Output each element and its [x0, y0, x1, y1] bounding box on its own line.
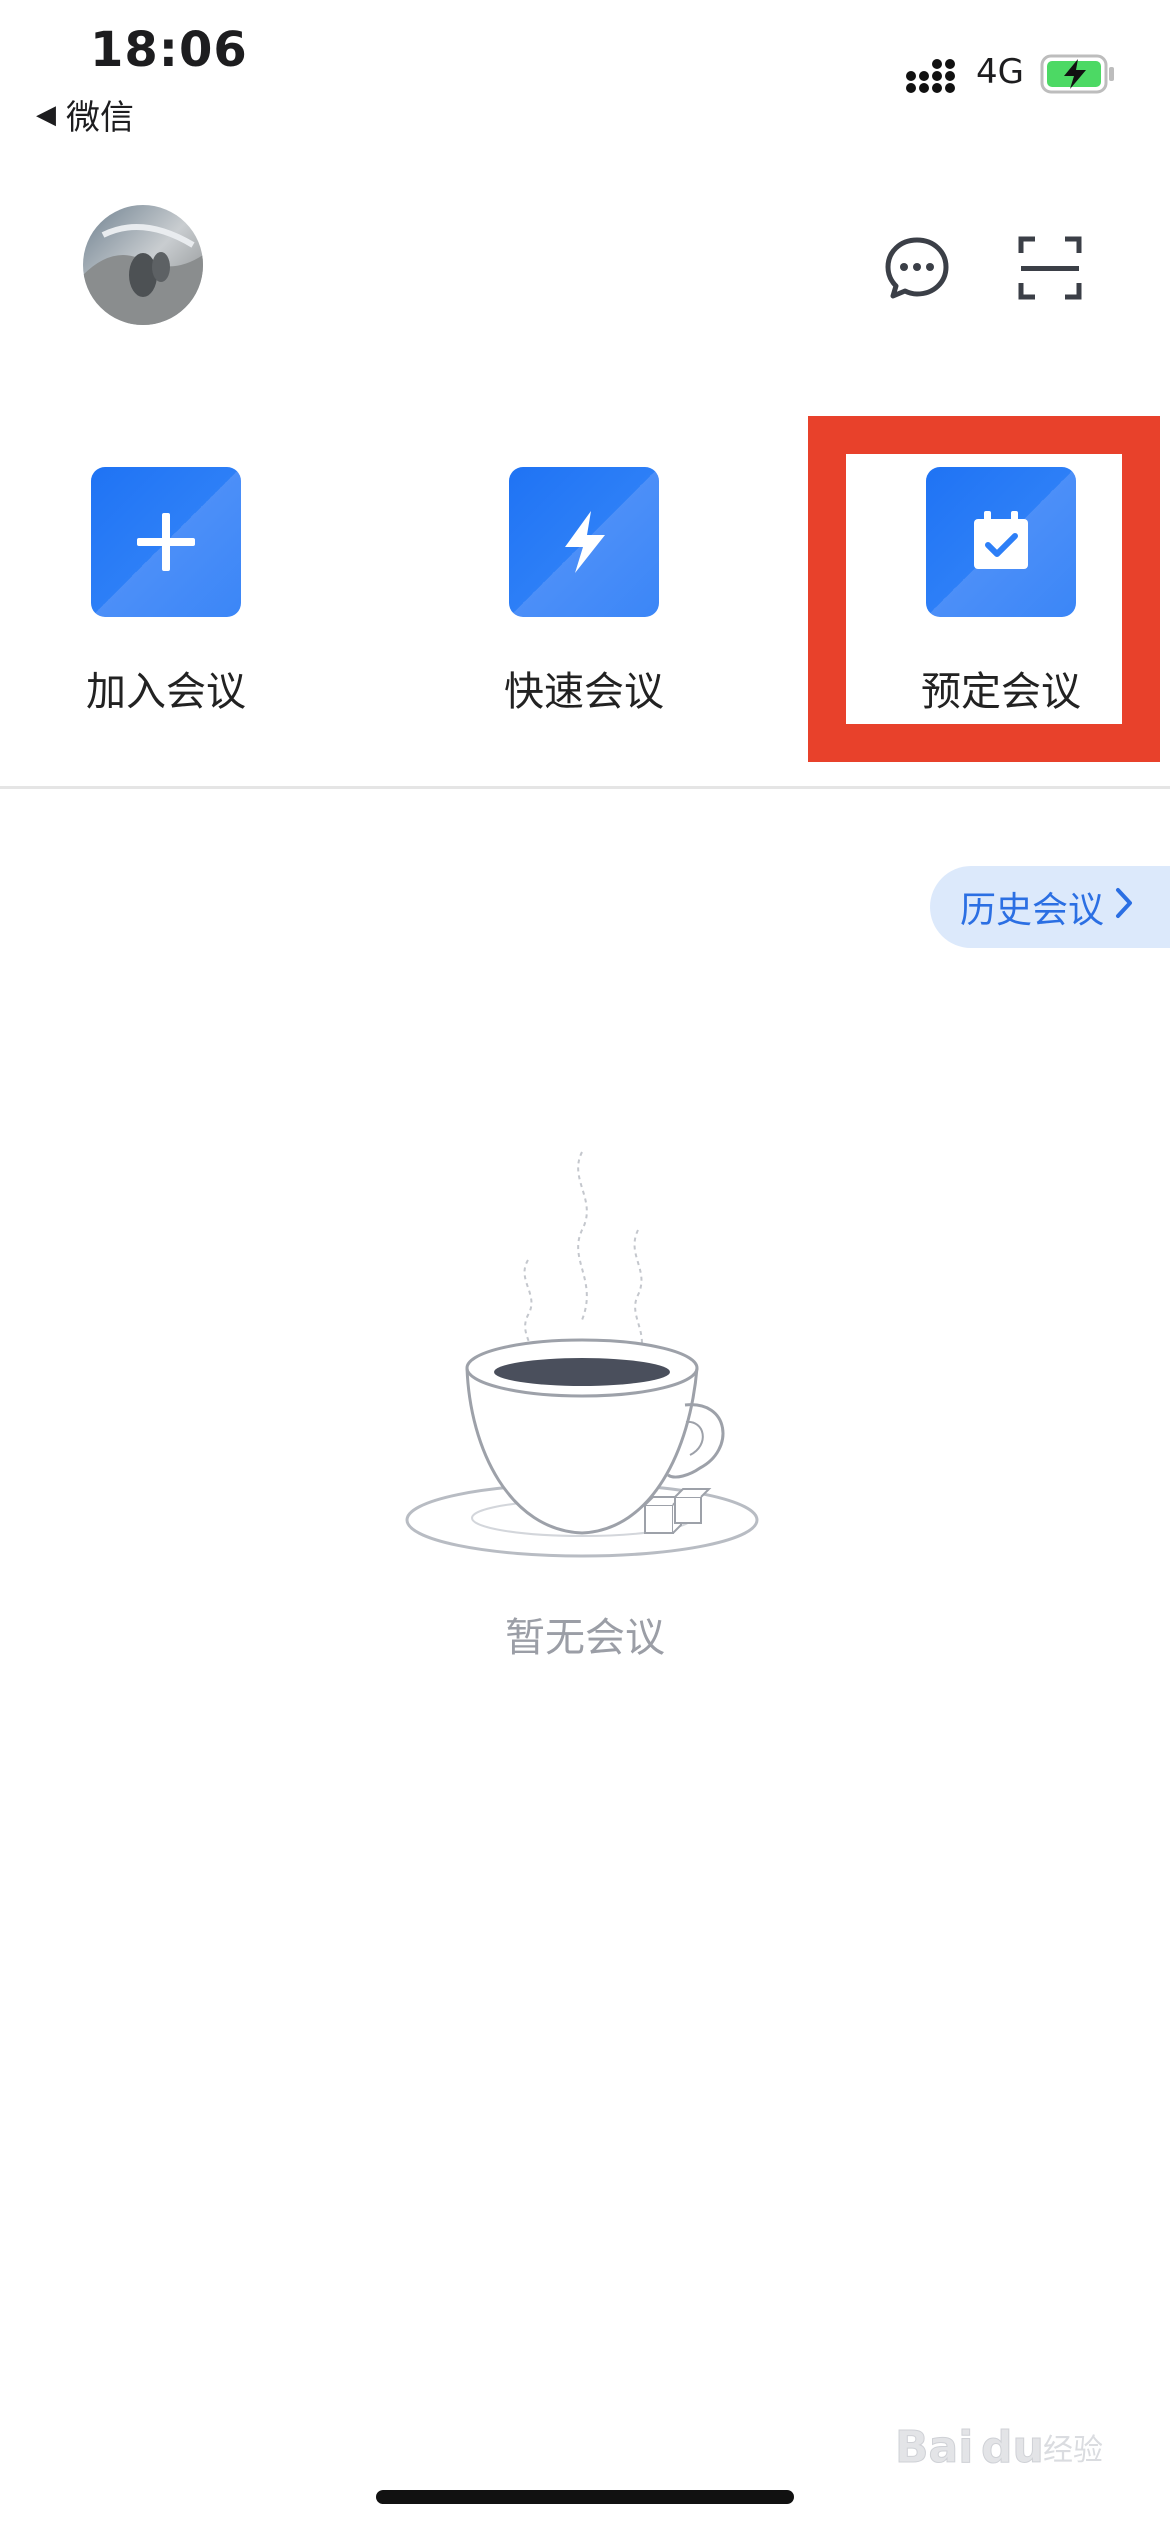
- battery-charging-icon: [1040, 54, 1116, 98]
- history-meetings-button[interactable]: 历史会议: [930, 866, 1170, 948]
- empty-state-text: 暂无会议: [505, 1615, 665, 1661]
- chevron-right-icon: [1114, 886, 1134, 929]
- quick-meeting-button[interactable]: 快速会议: [454, 467, 714, 717]
- user-avatar[interactable]: [83, 205, 203, 325]
- coffee-cup-icon: [400, 1150, 770, 1570]
- svg-text:经验: 经验: [1043, 2433, 1103, 2468]
- back-to-app-link[interactable]: ◀ 微信: [36, 90, 134, 139]
- network-type: 4G: [976, 52, 1024, 92]
- signal-icon: [905, 58, 963, 98]
- plus-icon: [91, 467, 241, 617]
- status-time: 18:06: [90, 22, 248, 78]
- history-meetings-label: 历史会议: [960, 890, 1105, 931]
- home-indicator[interactable]: [376, 2490, 794, 2504]
- join-meeting-button[interactable]: 加入会议: [36, 467, 296, 717]
- baidu-watermark-logo: Bai du 经验: [895, 2410, 1105, 2480]
- svg-text:Bai: Bai: [895, 2422, 973, 2473]
- lightning-icon: [509, 467, 659, 617]
- svg-text:du: du: [981, 2422, 1044, 2473]
- scan-icon[interactable]: [1017, 235, 1083, 301]
- quick-meeting-label: 快速会议: [504, 669, 664, 715]
- section-divider: [0, 786, 1170, 789]
- join-meeting-label: 加入会议: [86, 669, 246, 715]
- message-icon[interactable]: [884, 235, 950, 301]
- back-triangle-icon: ◀: [36, 99, 56, 130]
- annotation-highlight-box: [808, 416, 1160, 762]
- back-app-label: 微信: [66, 98, 134, 138]
